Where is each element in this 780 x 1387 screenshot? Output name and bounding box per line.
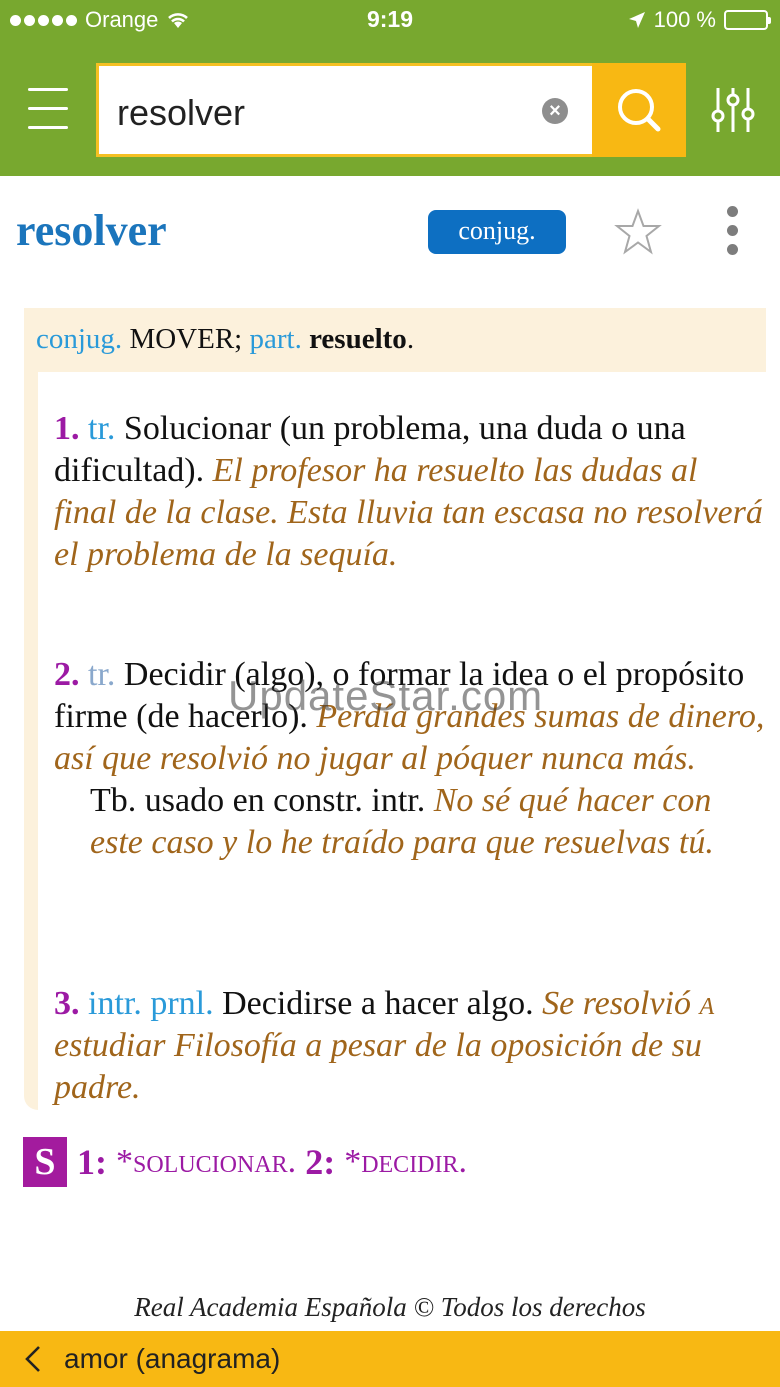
usage-note: Tb. usado en constr. intr. [90,782,426,819]
status-bar: Orange 9:19 100 % [0,0,780,40]
participle: resuelto [309,323,407,355]
synonym-number: 2: [305,1142,336,1182]
search-button[interactable] [592,63,686,157]
nav-bar: × [0,40,780,176]
grammar-abbr[interactable]: tr. [88,656,115,693]
anagram-label[interactable]: amor (anagrama) [64,1343,280,1375]
search-box: × [96,63,594,157]
more-options-icon[interactable] [722,206,742,260]
hamburger-menu-icon[interactable] [28,88,68,130]
clear-search-icon[interactable]: × [542,98,568,124]
battery-percent: 100 % [653,7,716,32]
conjugation-line: conjug. MOVER; part. resuelto. [36,323,415,355]
synonym-link-decidir[interactable]: *decidir. [344,1143,467,1181]
sense-3: 3. intr. prnl. Decidirse a hacer algo. S… [54,983,768,1109]
usage-note-line: Tb. usado en constr. intr. No sé qué hac… [54,780,768,864]
copyright-text: Real Academia Española © Todos los derec… [134,1292,646,1322]
part-abbr: part. [249,323,302,355]
headword: resolver [16,206,167,255]
magnifier-icon [618,89,661,132]
chevron-left-icon[interactable] [22,1345,44,1373]
search-input[interactable] [117,91,517,135]
watermark: UpdateStar.com [228,672,544,719]
location-arrow-icon [628,12,645,28]
sense-number: 2. [54,656,80,693]
conj-abbr[interactable]: conjug. [36,323,122,355]
conj-model: MOVER; [129,323,243,355]
sense-number: 1. [54,410,80,447]
synonym-number: 1: [77,1142,107,1182]
sense-number: 3. [54,985,80,1022]
sense-1: 1. tr. Solucionar (un problema, una duda… [54,408,768,576]
sense-definition: Decidirse a hacer algo. [222,985,534,1022]
grammar-abbr[interactable]: tr. [88,410,115,447]
conjugation-button[interactable]: conjug. [428,210,566,254]
synonyms-line: S 1: *solucionar. 2: *decidir. [23,1137,467,1187]
battery-icon [724,10,771,30]
anagram-bar[interactable]: amor (anagrama) [0,1331,780,1387]
synonym-link-solucionar[interactable]: *solucionar. [116,1143,296,1181]
grammar-abbr[interactable]: intr. prnl. [88,985,214,1022]
favorite-star-icon[interactable] [614,208,662,256]
battery-info: 100 % [628,7,771,33]
filter-sliders-icon[interactable] [710,86,756,134]
definition-panel-border [24,372,38,1110]
synonyms-badge: S [23,1137,67,1187]
